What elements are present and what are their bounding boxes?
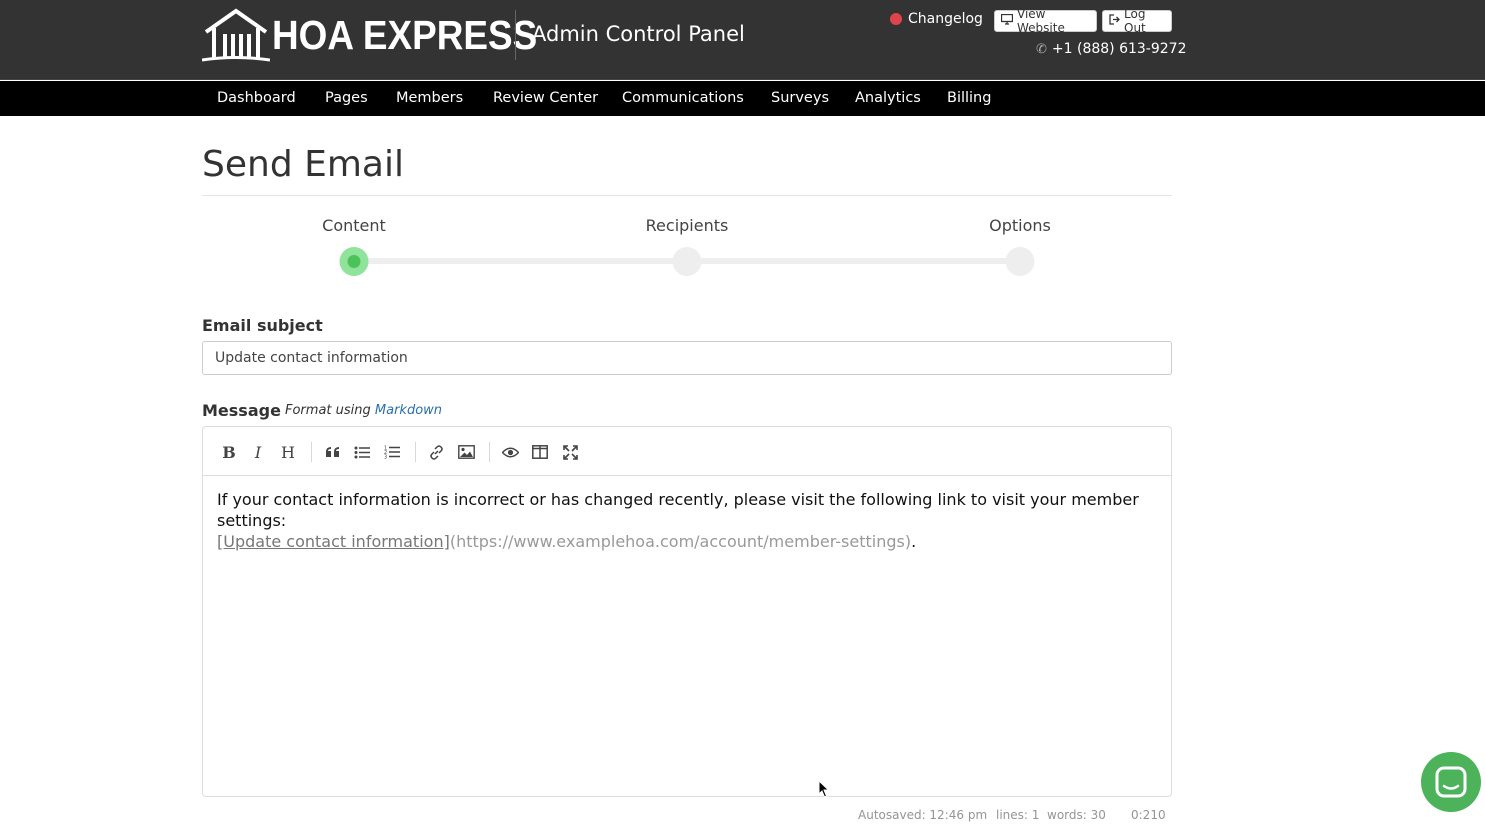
logout-button[interactable]: Log Out (1102, 7, 1172, 35)
mouse-pointer-icon (818, 780, 830, 798)
page-title: Send Email (202, 144, 404, 185)
unordered-list-icon[interactable] (350, 440, 374, 464)
phone-icon: ✆ (1036, 41, 1047, 57)
message-label: Message (202, 401, 281, 420)
markdown-link[interactable]: Markdown (375, 403, 442, 418)
sign-out-icon (1109, 14, 1120, 28)
markdown-link-url: (https://www.examplehoa.com/account/memb… (449, 532, 912, 551)
changelog-label: Changelog (908, 11, 983, 27)
view-website-label: View Website (1017, 7, 1065, 35)
nav-item-pages[interactable]: Pages (325, 90, 368, 106)
ordered-list-icon[interactable]: 123 (380, 440, 404, 464)
step-label-recipients: Recipients (645, 216, 729, 235)
image-icon[interactable] (454, 440, 478, 464)
hoa-express-logo[interactable]: HOA EXPRESS (202, 8, 567, 62)
cursor-position: 0:210 (1131, 808, 1166, 822)
toolbar-separator (415, 442, 416, 462)
markdown-editor: B I H 123 If your contact information is… (202, 426, 1172, 797)
logout-label: Log Out (1124, 7, 1146, 35)
format-hint: Format using Markdown (285, 403, 442, 418)
changelog-indicator-icon (890, 13, 902, 25)
toolbar-separator (311, 442, 312, 462)
preview-icon[interactable] (498, 440, 522, 464)
house-logo-icon (202, 8, 270, 62)
monitor-icon (1000, 13, 1014, 28)
main-nav: Dashboard Pages Members Review Center Co… (0, 81, 1485, 116)
autosave-status: Autosaved: 12:46 pm (858, 808, 988, 822)
nav-item-dashboard[interactable]: Dashboard (217, 90, 296, 106)
fullscreen-icon[interactable] (558, 440, 582, 464)
svg-text:3: 3 (384, 455, 387, 460)
message-trailing: . (911, 532, 917, 551)
line-count: lines: 1 (996, 808, 1040, 822)
link-icon[interactable] (424, 440, 448, 464)
logo-text: HOA EXPRESS (272, 11, 538, 58)
step-dot-recipients (672, 247, 702, 276)
nav-item-communications[interactable]: Communications (622, 90, 744, 106)
bold-icon[interactable]: B (217, 440, 241, 464)
word-count: words: 30 (1047, 808, 1106, 822)
nav-item-members[interactable]: Members (396, 90, 463, 106)
step-dot-options (1005, 247, 1035, 276)
markdown-link-text: [Update contact information] (217, 532, 450, 551)
view-website-button[interactable]: View Website (994, 7, 1097, 35)
editor-toolbar: B I H 123 (203, 427, 1171, 476)
step-label-content: Content (322, 216, 386, 235)
phone-number: +1 (888) 613-9272 (1051, 41, 1187, 57)
heading-icon[interactable]: H (276, 440, 300, 464)
chat-icon (1435, 766, 1467, 798)
message-text: If your contact information is incorrect… (217, 490, 1139, 530)
header-divider (515, 10, 516, 60)
step-dot-content (339, 247, 369, 276)
quote-icon[interactable] (320, 440, 344, 464)
nav-item-review-center[interactable]: Review Center (493, 90, 598, 106)
format-hint-prefix: Format using (285, 403, 371, 418)
chat-widget-button[interactable] (1421, 752, 1481, 812)
step-label-options: Options (989, 216, 1051, 235)
nav-item-billing[interactable]: Billing (947, 90, 991, 106)
side-by-side-icon[interactable] (528, 440, 552, 464)
nav-item-analytics[interactable]: Analytics (855, 90, 921, 106)
nav-item-surveys[interactable]: Surveys (771, 90, 829, 106)
support-phone: ✆ +1 (888) 613-9272 (1036, 41, 1187, 57)
panel-title: Admin Control Panel (532, 22, 745, 46)
italic-icon[interactable]: I (246, 440, 270, 464)
editor-text-area[interactable]: If your contact information is incorrect… (217, 489, 1157, 552)
email-subject-label: Email subject (202, 316, 323, 335)
changelog-link[interactable]: Changelog (890, 11, 983, 27)
site-header: HOA EXPRESS Admin Control Panel Changelo… (0, 0, 1485, 80)
toolbar-separator (489, 442, 490, 462)
email-subject-input[interactable] (202, 341, 1172, 375)
title-divider (202, 195, 1172, 196)
